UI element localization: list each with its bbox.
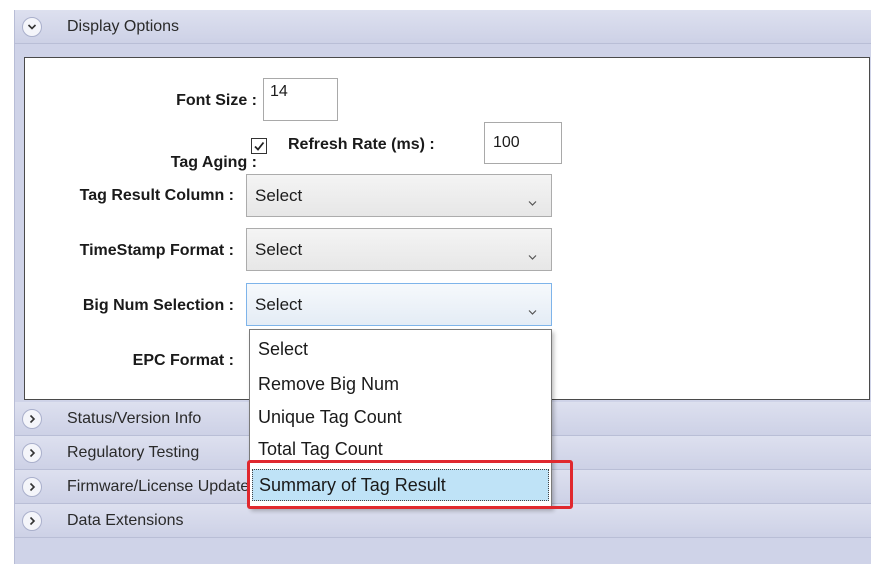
chevron-down-icon [22,16,42,37]
section-title-regulatory-testing: Regulatory Testing [67,443,200,461]
chevron-right-icon [22,442,42,463]
dropdown-option-total-tag-count[interactable]: Total Tag Count [250,435,551,463]
font-size-label: Font Size : [176,92,257,109]
chevron-down-icon [528,301,537,321]
dropdown-option-unique-tag-count[interactable]: Unique Tag Count [250,400,551,434]
font-size-input[interactable]: 14 [263,78,338,121]
chevron-down-icon [528,246,537,266]
big-num-selection-label: Big Num Selection : [82,297,234,314]
section-title-data-extensions: Data Extensions [67,511,184,529]
big-num-selection-select[interactable]: Select [246,283,552,326]
settings-window: Display Options Font Size : 14 Tag Aging… [0,0,871,564]
section-title-status-version: Status/Version Info [67,409,202,427]
section-header-data-extensions[interactable]: Data Extensions [15,504,871,538]
dropdown-option-remove-big-num[interactable]: Remove Big Num [250,367,551,401]
epc-format-label: EPC Format : [132,352,234,369]
annotation-highlight-box [247,460,573,509]
timestamp-format-label: TimeStamp Format : [79,242,234,259]
chevron-right-icon [22,510,42,531]
tag-result-column-select[interactable]: Select [246,174,552,217]
dropdown-option-select[interactable]: Select [250,332,551,366]
tag-aging-label: Tag Aging : [170,154,257,171]
tag-result-column-label: Tag Result Column : [79,187,234,204]
refresh-rate-input[interactable]: 100 [484,122,562,164]
section-title-firmware-license: Firmware/License Update [67,477,250,495]
section-title-display-options: Display Options [67,17,180,35]
chevron-right-icon [22,476,42,497]
tag-aging-checkbox[interactable] [251,138,267,154]
timestamp-format-select[interactable]: Select [246,228,552,271]
refresh-rate-label: Refresh Rate (ms) : [288,136,435,153]
chevron-right-icon [22,408,42,429]
big-num-selection-value: Select [255,295,303,314]
tag-result-column-value: Select [255,186,303,205]
chevron-down-icon [528,192,537,212]
timestamp-format-value: Select [255,240,303,259]
section-header-display-options[interactable]: Display Options [15,10,871,44]
